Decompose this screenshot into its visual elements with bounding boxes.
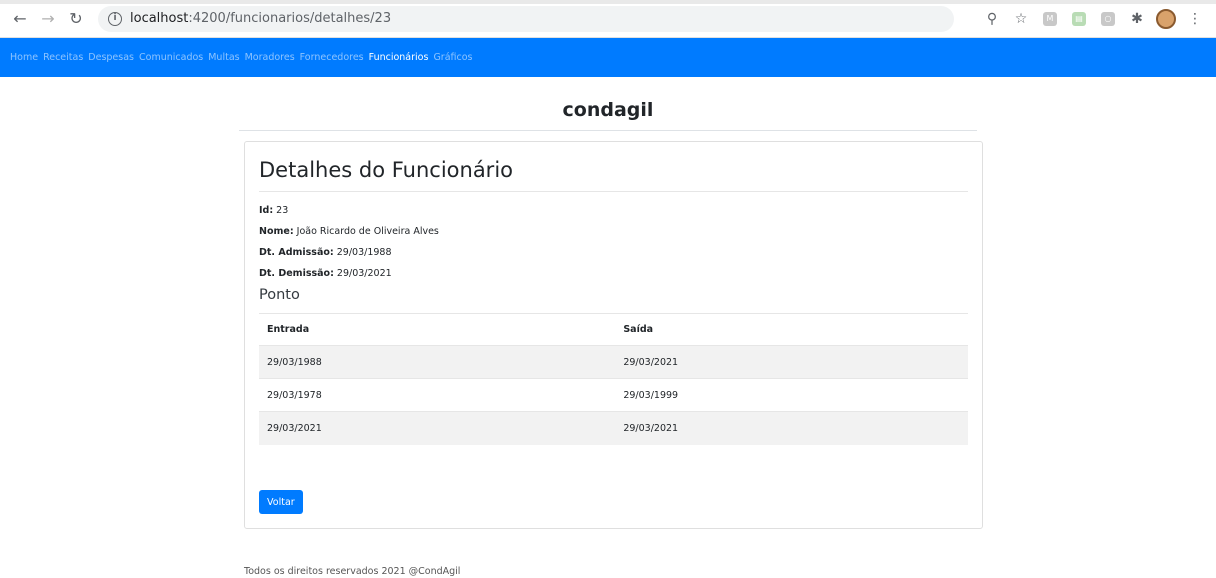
app-navbar: Home Receitas Despesas Comunicados Multa… xyxy=(0,38,1216,77)
table-cell: 29/03/1999 xyxy=(616,378,968,412)
table-row: 29/03/1978 29/03/1999 xyxy=(259,378,968,412)
field-id: Id: 23 xyxy=(259,200,968,221)
nav-moradores[interactable]: Moradores xyxy=(245,52,295,63)
url-host: localhost xyxy=(130,11,189,26)
ponto-table: Entrada Saída 29/03/1988 29/03/2021 29/0… xyxy=(259,313,968,445)
footer-text: Todos os direitos reservados 2021 @CondA… xyxy=(244,566,461,577)
nav-multas[interactable]: Multas xyxy=(208,52,239,63)
star-icon[interactable]: ☆ xyxy=(1008,6,1034,32)
field-demissao: Dt. Demissão: 29/03/2021 xyxy=(259,263,968,284)
column-header-saida: Saída xyxy=(616,313,968,346)
field-value: 23 xyxy=(276,205,289,216)
field-label: Nome: xyxy=(259,226,294,237)
brand-title: condagil xyxy=(562,99,654,121)
brand-divider xyxy=(239,130,977,131)
url-path: :4200/funcionarios/detalhes/23 xyxy=(188,11,392,26)
section-title-ponto: Ponto xyxy=(259,287,300,303)
table-row: 29/03/1988 29/03/2021 xyxy=(259,345,968,379)
extension-icon[interactable]: M xyxy=(1037,6,1063,32)
table-row: 29/03/2021 29/03/2021 xyxy=(259,411,968,445)
field-value: 29/03/2021 xyxy=(336,268,392,279)
extension-icon[interactable]: ▤ xyxy=(1066,6,1092,32)
table-cell: 29/03/2021 xyxy=(616,345,968,379)
nav-receitas[interactable]: Receitas xyxy=(43,52,83,63)
table-header-row: Entrada Saída xyxy=(259,313,968,346)
nav-comunicados[interactable]: Comunicados xyxy=(139,52,203,63)
table-cell: 29/03/1978 xyxy=(259,378,617,412)
field-label: Id: xyxy=(259,205,274,216)
employee-details-card: Detalhes do Funcionário Id: 23 Nome: Joã… xyxy=(244,141,983,529)
nav-despesas[interactable]: Despesas xyxy=(88,52,134,63)
browser-toolbar: ← → ↻ i localhost:4200/funcionarios/deta… xyxy=(0,0,1216,38)
extension-icon[interactable]: ○ xyxy=(1095,6,1121,32)
nav-fornecedores[interactable]: Fornecedores xyxy=(300,52,364,63)
info-icon[interactable]: i xyxy=(108,11,122,26)
field-nome: Nome: João Ricardo de Oliveira Alves xyxy=(259,221,968,242)
address-bar[interactable]: i localhost:4200/funcionarios/detalhes/2… xyxy=(98,5,954,32)
table-cell: 29/03/2021 xyxy=(259,411,617,445)
field-label: Dt. Demissão: xyxy=(259,268,334,279)
title-divider xyxy=(259,191,968,192)
reload-icon[interactable]: ↻ xyxy=(64,7,88,31)
column-header-entrada: Entrada xyxy=(259,313,617,346)
field-value: 29/03/1988 xyxy=(336,247,392,258)
back-icon[interactable]: ← xyxy=(8,7,32,31)
menu-icon[interactable]: ⋮ xyxy=(1182,6,1208,32)
puzzle-icon[interactable]: ✱ xyxy=(1124,6,1150,32)
avatar[interactable] xyxy=(1153,6,1179,32)
page-title: Detalhes do Funcionário xyxy=(259,158,513,182)
nav-graficos[interactable]: Gráficos xyxy=(433,52,472,63)
field-label: Dt. Admissão: xyxy=(259,247,334,258)
zoom-icon[interactable]: ⚲ xyxy=(979,6,1005,32)
field-value: João Ricardo de Oliveira Alves xyxy=(296,226,439,237)
detail-fields: Id: 23 Nome: João Ricardo de Oliveira Al… xyxy=(259,200,968,284)
field-admissao: Dt. Admissão: 29/03/1988 xyxy=(259,242,968,263)
back-button[interactable]: Voltar xyxy=(259,490,303,514)
nav-funcionarios[interactable]: Funcionários xyxy=(369,52,429,63)
nav-home[interactable]: Home xyxy=(10,52,38,63)
forward-icon[interactable]: → xyxy=(36,7,60,31)
tab-strip-edge xyxy=(0,0,1216,4)
table-cell: 29/03/2021 xyxy=(616,411,968,445)
table-cell: 29/03/1988 xyxy=(259,345,617,379)
